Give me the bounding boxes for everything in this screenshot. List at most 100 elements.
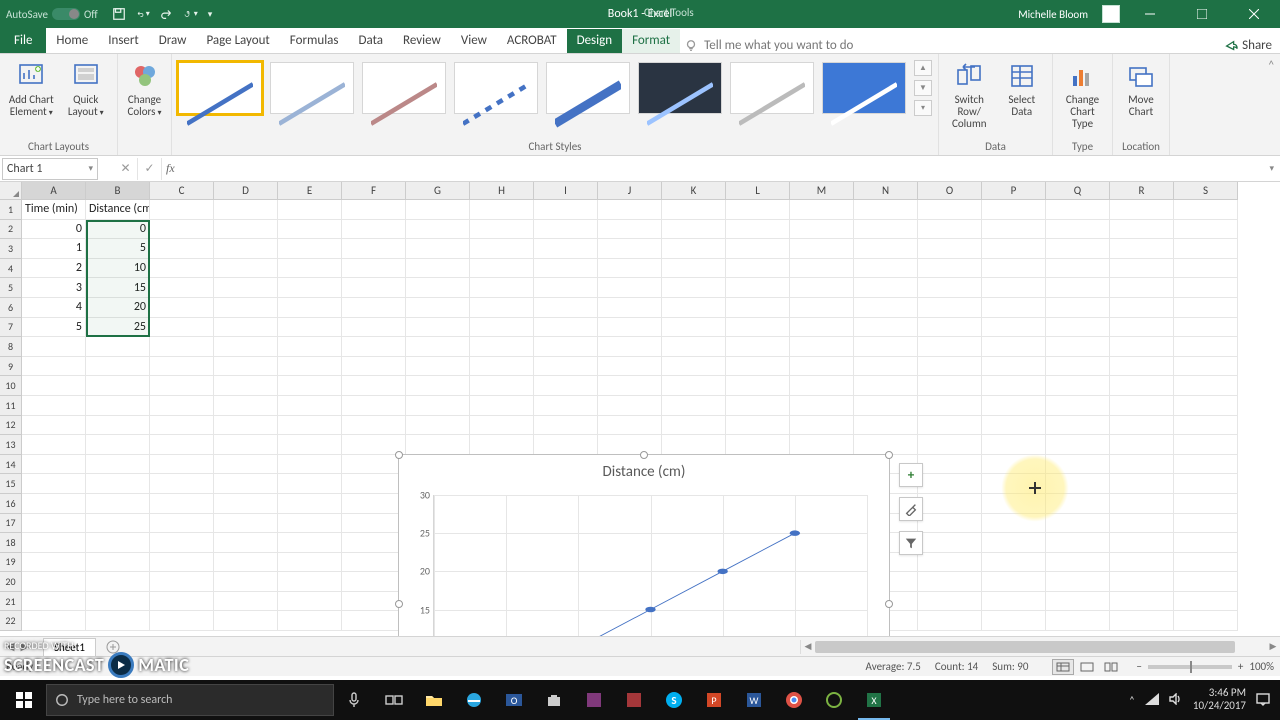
cell[interactable]	[918, 553, 982, 573]
cell[interactable]	[1110, 318, 1174, 338]
cell[interactable]	[278, 494, 342, 514]
store-icon[interactable]	[534, 680, 574, 720]
cell[interactable]	[854, 357, 918, 377]
cell[interactable]	[278, 200, 342, 220]
cell[interactable]	[982, 357, 1046, 377]
cell[interactable]	[918, 592, 982, 612]
cell[interactable]	[790, 220, 854, 240]
collapse-ribbon-icon[interactable]: ^	[1269, 58, 1274, 71]
cell[interactable]	[1174, 278, 1238, 298]
row-header[interactable]: 16	[0, 494, 22, 514]
app-misc-icon[interactable]	[814, 680, 854, 720]
cell[interactable]: 15	[86, 278, 150, 298]
view-normal-icon[interactable]	[1052, 659, 1074, 675]
cell[interactable]	[86, 592, 150, 612]
cell[interactable]	[214, 259, 278, 279]
cell[interactable]	[790, 278, 854, 298]
row-header[interactable]: 5	[0, 278, 22, 298]
column-header[interactable]: E	[278, 182, 342, 200]
cell[interactable]	[918, 337, 982, 357]
switch-row-column-button[interactable]: Switch Row/ Column	[945, 58, 994, 130]
cell[interactable]	[406, 396, 470, 416]
close-button[interactable]	[1232, 0, 1276, 28]
cell[interactable]	[278, 318, 342, 338]
cell[interactable]	[790, 259, 854, 279]
column-header[interactable]: R	[1110, 182, 1174, 200]
cell[interactable]: 0	[22, 220, 86, 240]
cell[interactable]	[598, 220, 662, 240]
cell[interactable]	[342, 298, 406, 318]
cell[interactable]	[790, 298, 854, 318]
cell[interactable]	[534, 416, 598, 436]
cell[interactable]	[278, 239, 342, 259]
column-header[interactable]: S	[1174, 182, 1238, 200]
cell[interactable]	[982, 396, 1046, 416]
cell[interactable]	[406, 337, 470, 357]
cell[interactable]	[982, 200, 1046, 220]
cell[interactable]	[854, 278, 918, 298]
cell[interactable]	[598, 318, 662, 338]
cell[interactable]	[150, 474, 214, 494]
cell[interactable]	[854, 239, 918, 259]
cell[interactable]	[278, 514, 342, 534]
cell[interactable]: 25	[86, 318, 150, 338]
row-header[interactable]: 14	[0, 455, 22, 475]
cell[interactable]	[726, 259, 790, 279]
cell[interactable]	[214, 357, 278, 377]
cell[interactable]	[662, 396, 726, 416]
cell[interactable]	[278, 435, 342, 455]
move-chart-button[interactable]: Move Chart	[1119, 58, 1163, 118]
cell[interactable]	[342, 416, 406, 436]
tab-data[interactable]: Data	[349, 29, 394, 53]
cell[interactable]	[854, 416, 918, 436]
cell[interactable]	[1046, 435, 1110, 455]
chrome-icon[interactable]	[774, 680, 814, 720]
cell[interactable]	[534, 337, 598, 357]
cell[interactable]	[150, 611, 214, 631]
cell[interactable]	[470, 239, 534, 259]
cell[interactable]	[598, 357, 662, 377]
cell[interactable]	[918, 514, 982, 534]
cell[interactable]	[86, 455, 150, 475]
cell[interactable]	[150, 318, 214, 338]
cell[interactable]	[1046, 298, 1110, 318]
cell[interactable]	[726, 220, 790, 240]
cell[interactable]	[214, 239, 278, 259]
enter-formula-icon[interactable]: ✓	[138, 158, 162, 180]
cell[interactable]	[22, 357, 86, 377]
cell[interactable]	[150, 259, 214, 279]
tab-page-layout[interactable]: Page Layout	[196, 29, 279, 53]
cell[interactable]	[918, 416, 982, 436]
cell[interactable]	[150, 514, 214, 534]
cell[interactable]	[662, 278, 726, 298]
cell[interactable]	[86, 435, 150, 455]
cell[interactable]	[470, 298, 534, 318]
cell[interactable]	[1046, 553, 1110, 573]
scroll-thumb[interactable]	[815, 641, 1235, 653]
cell[interactable]	[918, 474, 982, 494]
cell[interactable]	[406, 376, 470, 396]
user-name[interactable]: Michelle Bloom	[1018, 8, 1088, 21]
cell[interactable]	[342, 514, 406, 534]
cell[interactable]	[86, 416, 150, 436]
cell[interactable]	[86, 572, 150, 592]
cell[interactable]	[22, 337, 86, 357]
cell[interactable]	[22, 435, 86, 455]
cell[interactable]	[342, 611, 406, 631]
cell[interactable]	[22, 494, 86, 514]
cell[interactable]	[278, 220, 342, 240]
cell[interactable]	[918, 259, 982, 279]
chart-filters-button[interactable]	[899, 531, 923, 555]
select-all-corner[interactable]	[0, 182, 22, 200]
cell[interactable]	[662, 435, 726, 455]
cell[interactable]	[214, 514, 278, 534]
cell[interactable]	[790, 376, 854, 396]
column-header[interactable]: A	[22, 182, 86, 200]
cell[interactable]	[1110, 553, 1174, 573]
cell[interactable]: 1	[22, 239, 86, 259]
cell[interactable]	[726, 239, 790, 259]
cell[interactable]: Time (min)	[22, 200, 86, 220]
cell[interactable]: 10	[86, 259, 150, 279]
cell[interactable]	[1110, 494, 1174, 514]
cell[interactable]	[854, 376, 918, 396]
